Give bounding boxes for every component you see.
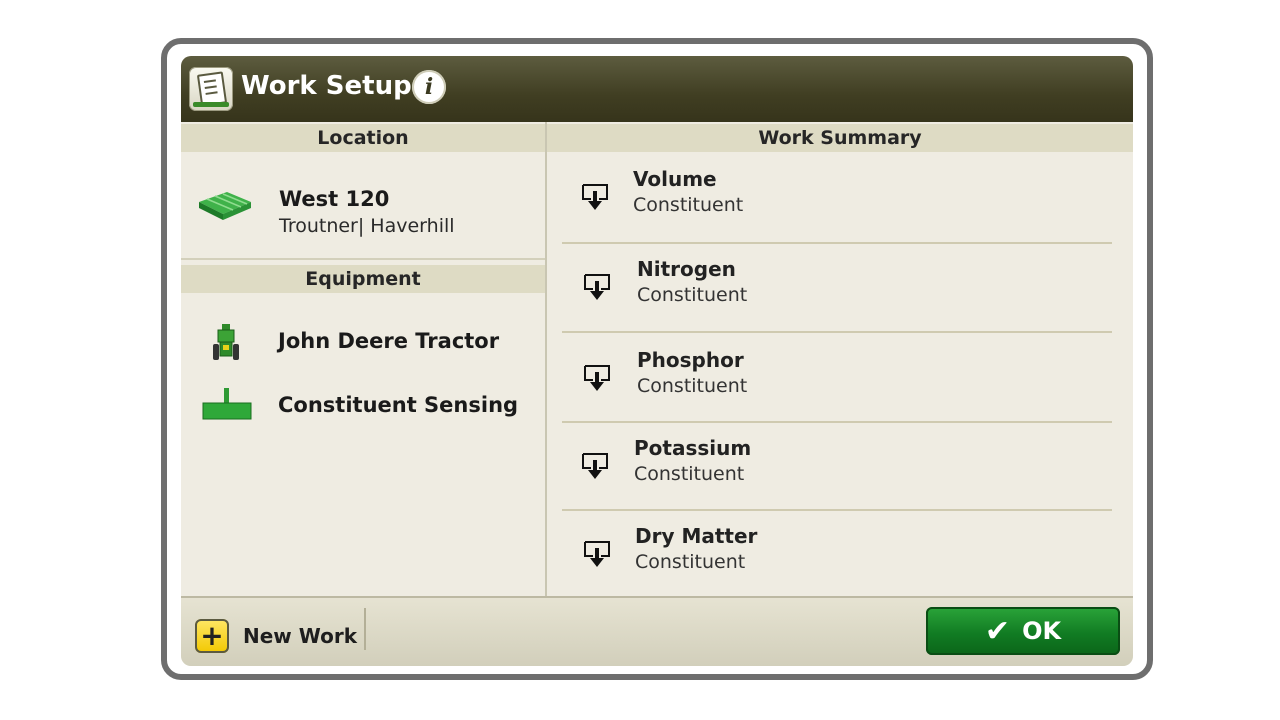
- download-icon: [582, 453, 608, 479]
- work-setup-window: Work Setup i Location West 120 Troutner|…: [181, 56, 1133, 666]
- download-icon: [584, 541, 610, 567]
- page-title: Work Setup: [241, 71, 412, 101]
- location-name: West 120: [279, 187, 390, 211]
- new-work-button[interactable]: + New Work: [195, 618, 357, 654]
- location-client-farm: Troutner| Haverhill: [279, 215, 455, 237]
- summary-item-type: Constituent: [637, 375, 748, 397]
- work-setup-app-icon: [189, 67, 233, 111]
- summary-item-name: Volume: [633, 167, 717, 191]
- location-heading: Location: [181, 124, 545, 152]
- footer-bar: + New Work ✔ OK: [181, 596, 1133, 666]
- summary-item-type: Constituent: [637, 284, 748, 306]
- summary-item-type: Constituent: [635, 551, 746, 573]
- ok-button[interactable]: ✔ OK: [926, 607, 1120, 655]
- equipment-heading: Equipment: [181, 265, 545, 293]
- summary-item-name: Dry Matter: [635, 524, 758, 548]
- summary-item-name: Potassium: [634, 436, 752, 460]
- summary-item-potassium[interactable]: Potassium Constituent: [562, 421, 1112, 509]
- summary-item-volume[interactable]: Volume Constituent: [562, 152, 1112, 240]
- summary-item-dry-matter[interactable]: Dry Matter Constituent: [562, 509, 1112, 597]
- summary-item-nitrogen[interactable]: Nitrogen Constituent: [562, 242, 1112, 330]
- work-summary-panel: Work Summary Volume Constituent Nitrogen…: [547, 122, 1133, 596]
- ok-label: OK: [1022, 617, 1062, 645]
- field-icon: [199, 192, 251, 220]
- implement-icon: [202, 388, 252, 420]
- tractor-icon: [213, 324, 239, 360]
- work-summary-heading: Work Summary: [547, 124, 1133, 152]
- download-icon: [584, 274, 610, 300]
- summary-item-type: Constituent: [633, 194, 744, 216]
- summary-item-name: Phosphor: [637, 348, 744, 372]
- download-icon: [584, 365, 610, 391]
- info-icon[interactable]: i: [412, 70, 446, 104]
- summary-item-type: Constituent: [634, 463, 745, 485]
- divider: [364, 608, 366, 650]
- new-work-label: New Work: [243, 624, 357, 648]
- plus-icon: +: [195, 619, 229, 653]
- download-icon: [582, 184, 608, 210]
- summary-item-name: Nitrogen: [637, 257, 736, 281]
- checkmark-icon: ✔: [984, 613, 1011, 649]
- summary-item-phosphor[interactable]: Phosphor Constituent: [562, 333, 1112, 421]
- equipment-label: John Deere Tractor: [278, 329, 500, 353]
- title-bar: Work Setup i: [181, 56, 1133, 122]
- display-frame: Work Setup i Location West 120 Troutner|…: [161, 38, 1153, 680]
- equipment-label: Constituent Sensing: [278, 393, 519, 417]
- divider: [181, 258, 545, 260]
- left-panel: Location West 120 Troutner| Haverhill Eq…: [181, 122, 545, 596]
